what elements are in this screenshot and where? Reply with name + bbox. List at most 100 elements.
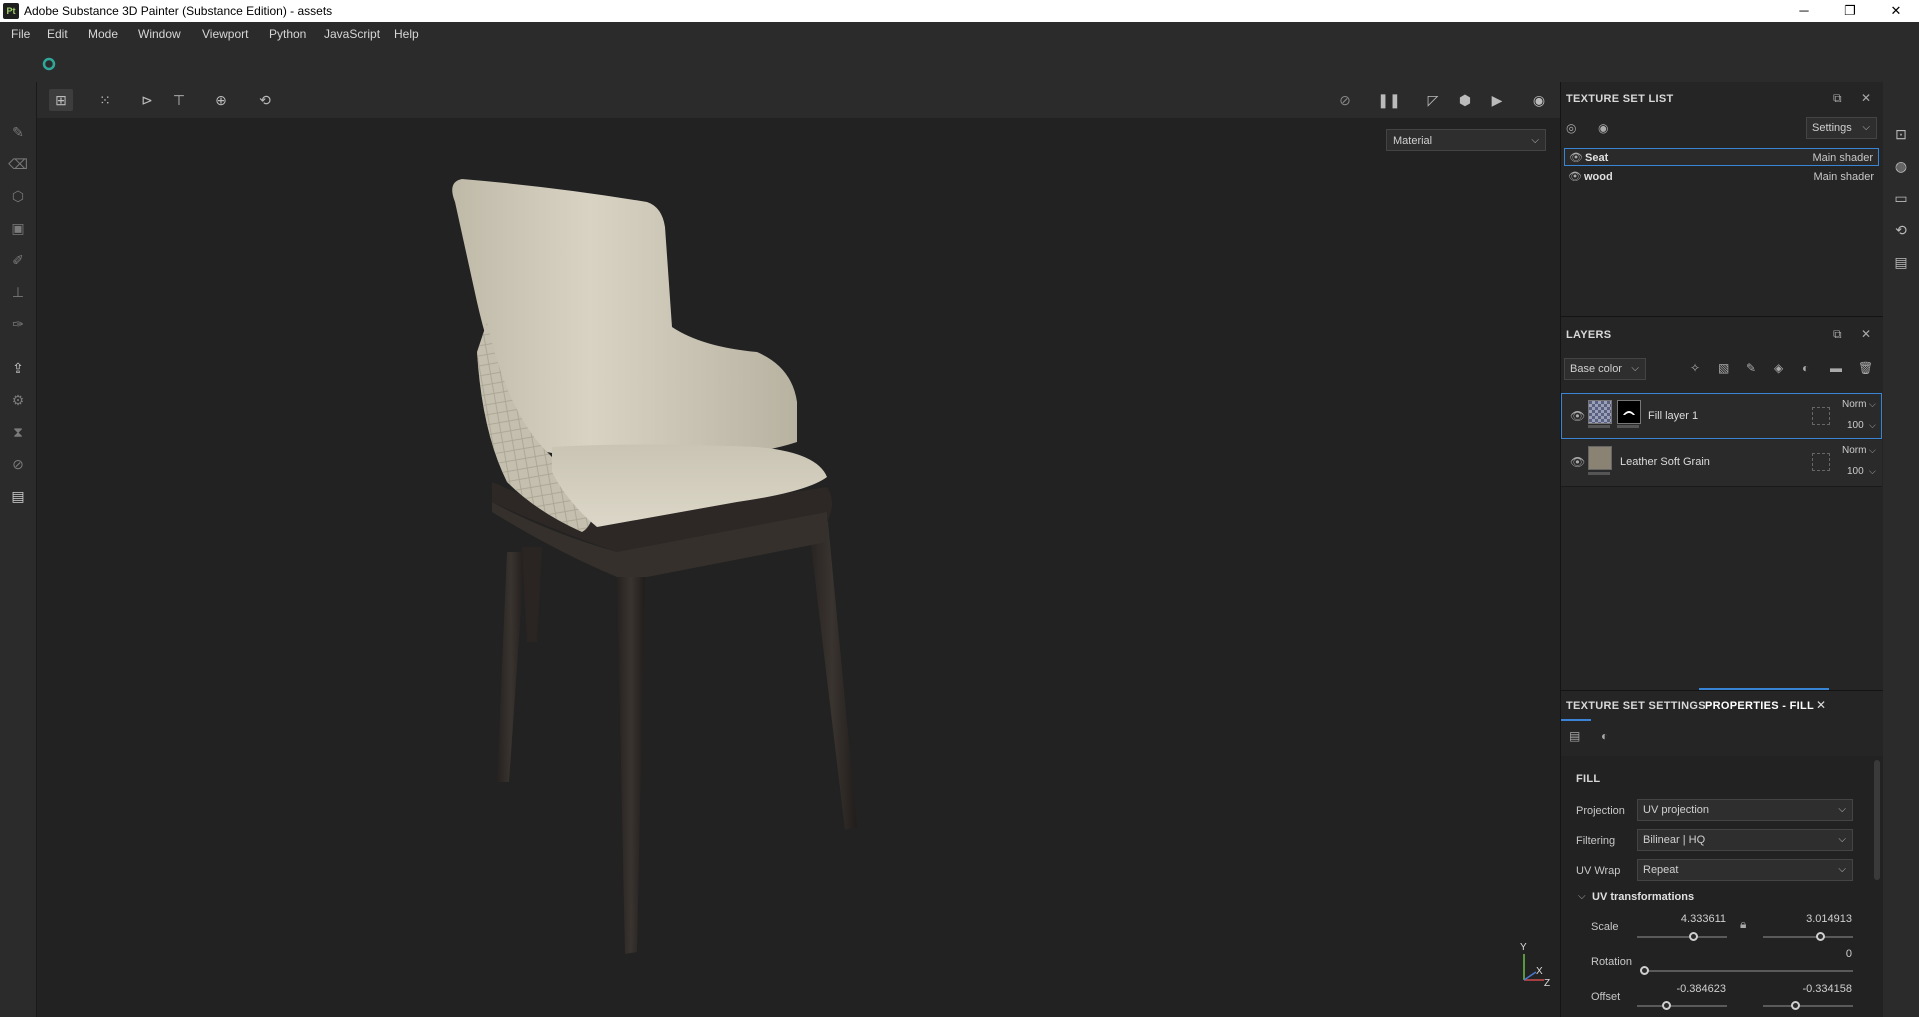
tab-properties-fill[interactable]: PROPERTIES - FILL <box>1705 700 1814 712</box>
projection-dropdown[interactable]: UV projection ⌵ <box>1637 799 1853 821</box>
close-panel-icon[interactable]: ✕ <box>1861 91 1871 105</box>
lock-icon[interactable]: 🔒︎ <box>1740 917 1746 932</box>
history-panel-icon[interactable]: ⟲ <box>1891 220 1911 240</box>
channel-dropdown[interactable]: Base color ⌵ <box>1564 358 1646 380</box>
layer-opacity[interactable]: 100 <box>1847 466 1864 477</box>
slider-knob[interactable] <box>1816 932 1825 941</box>
minimize-button[interactable]: ─ <box>1781 0 1827 22</box>
offset-v-slider[interactable] <box>1763 1005 1853 1007</box>
slider-knob[interactable] <box>1791 1001 1800 1010</box>
shelf-icon[interactable]: ▭ <box>1891 188 1911 208</box>
rotation-slider[interactable] <box>1644 970 1853 972</box>
eye-icon[interactable]: 👁︎ <box>1570 455 1585 469</box>
offset-u-slider[interactable] <box>1637 1005 1727 1007</box>
sync-icon[interactable] <box>42 57 56 71</box>
paint-brush-icon[interactable]: ✎ <box>8 122 28 142</box>
screenshot-icon[interactable]: ◉ <box>1527 89 1551 111</box>
layer-properties-icon[interactable]: ▤ <box>1569 729 1580 743</box>
layer-opacity[interactable]: 100 <box>1847 420 1864 431</box>
grid-view-icon[interactable]: ⁙ <box>93 89 117 111</box>
close-button[interactable]: ✕ <box>1873 0 1919 22</box>
add-paint-layer-icon[interactable]: ✎ <box>1746 361 1756 375</box>
camera-icon[interactable]: ▶ <box>1485 89 1509 111</box>
delete-layer-icon[interactable]: 🗑︎ <box>1858 361 1873 375</box>
menu-help[interactable]: Help <box>394 27 419 41</box>
display-mode-select[interactable]: Material ⌵ <box>1386 129 1546 151</box>
menu-file[interactable]: File <box>11 27 30 41</box>
single-view-icon[interactable]: ⊞ <box>49 89 73 111</box>
offset-v-value[interactable]: -0.334158 <box>1792 983 1852 995</box>
undock-icon[interactable]: ⧉ <box>1833 327 1842 342</box>
add-view-icon[interactable]: ⊕ <box>209 89 233 111</box>
add-folder-icon[interactable]: ▬ <box>1830 361 1842 375</box>
settings-dropdown[interactable]: Settings ⌵ <box>1806 117 1877 139</box>
export-icon[interactable]: ⇪ <box>8 358 28 378</box>
menu-viewport[interactable]: Viewport <box>202 27 248 41</box>
menu-mode[interactable]: Mode <box>88 27 118 41</box>
add-mask-icon[interactable]: ▧ <box>1718 361 1729 375</box>
bake-settings-icon[interactable]: ⚙ <box>8 390 28 410</box>
close-tab-icon[interactable]: ✕ <box>1816 698 1826 712</box>
filtering-dropdown[interactable]: Bilinear | HQ ⌵ <box>1637 829 1853 851</box>
mirror-y-icon[interactable]: ⊤ <box>167 89 191 111</box>
uvwrap-dropdown[interactable]: Repeat ⌵ <box>1637 859 1853 881</box>
eye-icon[interactable]: 👁︎ <box>1570 409 1585 423</box>
maximize-button[interactable]: ❐ <box>1827 0 1873 22</box>
clone-stamp-icon[interactable]: ⊥ <box>8 282 28 302</box>
cube-icon[interactable]: ⬢ <box>1453 89 1477 111</box>
eraser-icon[interactable]: ⌫ <box>8 154 28 174</box>
scale-u-value[interactable]: 4.333611 <box>1666 913 1726 925</box>
history-icon[interactable]: ⟲ <box>253 89 277 111</box>
color-picker-icon[interactable]: ✑ <box>8 314 28 334</box>
scale-v-value[interactable]: 3.014913 <box>1792 913 1852 925</box>
smudge-icon[interactable]: ✐ <box>8 250 28 270</box>
slider-knob[interactable] <box>1662 1001 1671 1010</box>
material-icon[interactable]: ◐ <box>1601 729 1608 743</box>
eye-icon[interactable]: 👁︎ <box>1568 168 1582 186</box>
geometry-mask-icon[interactable]: ▣ <box>8 218 28 238</box>
tab-texture-set-settings[interactable]: TEXTURE SET SETTINGS <box>1566 700 1706 712</box>
menu-python[interactable]: Python <box>269 27 306 41</box>
perspective-icon[interactable]: ◸ <box>1421 89 1445 111</box>
scale-v-slider[interactable] <box>1763 936 1853 938</box>
layer-name[interactable]: Fill layer 1 <box>1648 410 1698 422</box>
texture-set-shader[interactable]: Main shader <box>1812 149 1873 167</box>
projection-icon[interactable]: ⬡ <box>8 186 28 206</box>
layer-mask-slot[interactable] <box>1812 453 1830 471</box>
pause-icon[interactable]: ❚❚ <box>1377 89 1401 111</box>
uv-transformations-title[interactable]: UV transformations <box>1592 891 1694 903</box>
slider-knob[interactable] <box>1640 966 1649 975</box>
hide-icon[interactable]: ⊘ <box>1333 89 1357 111</box>
add-fill-layer-icon[interactable]: ◈ <box>1774 361 1783 375</box>
undock-icon[interactable]: ⧉ <box>1833 91 1842 106</box>
3d-viewport[interactable]: Y X Z <box>37 82 1560 1017</box>
menu-edit[interactable]: Edit <box>47 27 68 41</box>
menu-window[interactable]: Window <box>138 27 181 41</box>
shader-settings-icon[interactable]: ◍ <box>1891 156 1911 176</box>
slider-knob[interactable] <box>1689 932 1698 941</box>
close-panel-icon[interactable]: ✕ <box>1861 327 1871 341</box>
eye-icon[interactable]: 👁︎ <box>1569 149 1583 167</box>
layer-row[interactable]: 👁︎ Leather Soft Grain Norm ⌵ 100 ⌵ <box>1561 440 1882 487</box>
collapse-chevron-icon[interactable]: ⌵ <box>1578 891 1586 902</box>
blend-mode[interactable]: Norm <box>1842 399 1866 410</box>
plugin-icon[interactable]: ▤ <box>8 486 28 506</box>
add-smart-material-icon[interactable]: ◐ <box>1802 361 1809 375</box>
display-settings-icon[interactable]: ⊡ <box>1891 124 1911 144</box>
iray-icon[interactable]: ⧗ <box>8 422 28 442</box>
visibility-icon[interactable]: ◉ <box>1598 121 1608 135</box>
log-icon[interactable]: ▤ <box>1891 252 1911 272</box>
hide-all-icon[interactable]: ◎ <box>1566 121 1576 135</box>
layer-row[interactable]: 👁︎ Fill layer 1 Norm ⌵ 100 ⌵ <box>1561 393 1882 439</box>
offset-u-value[interactable]: -0.384623 <box>1666 983 1726 995</box>
texture-set-shader[interactable]: Main shader <box>1813 168 1874 186</box>
scale-u-slider[interactable] <box>1637 936 1727 938</box>
scrollbar[interactable] <box>1874 760 1880 880</box>
layer-name[interactable]: Leather Soft Grain <box>1620 456 1710 468</box>
texture-set-item[interactable]: 👁︎ Seat Main shader <box>1564 148 1879 166</box>
rotation-value[interactable]: 0 <box>1792 948 1852 960</box>
uv-icon[interactable]: ⊘ <box>8 454 28 474</box>
add-effect-icon[interactable]: ✧ <box>1690 361 1700 375</box>
mirror-x-icon[interactable]: ⊳ <box>135 89 159 111</box>
blend-mode[interactable]: Norm <box>1842 445 1866 456</box>
